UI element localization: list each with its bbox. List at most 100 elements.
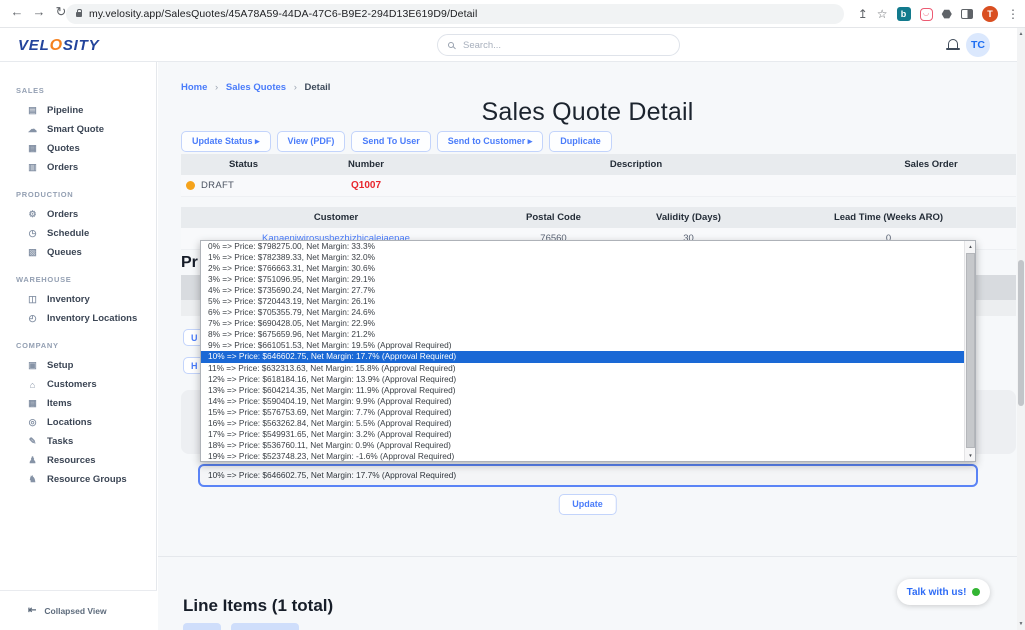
search-icon	[448, 42, 454, 48]
table-row: DRAFT Q1007	[181, 175, 1016, 197]
sidebar-item-label: Smart Quote	[47, 124, 104, 135]
line-items-heading: Line Items (1 total)	[183, 596, 333, 616]
tasks-icon: ✎	[27, 436, 38, 447]
line-items-button-fragment[interactable]	[183, 623, 221, 630]
browser-menu-icon[interactable]: ⋮	[1007, 7, 1019, 21]
velosity-logo[interactable]: VELOSITY	[18, 37, 99, 55]
lock-icon	[76, 12, 82, 17]
dropdown-option[interactable]: 15% => Price: $576753.69, Net Margin: 7.…	[201, 407, 975, 418]
sidebar-section-sales: SALES	[16, 86, 156, 95]
breadcrumb-home[interactable]: Home	[181, 82, 207, 93]
dropdown-option[interactable]: 10% => Price: $646602.75, Net Margin: 17…	[201, 351, 975, 362]
dropdown-option[interactable]: 18% => Price: $536760.11, Net Margin: 0.…	[201, 440, 975, 451]
smile-extension-icon[interactable]: ◡	[920, 8, 933, 21]
sidebar-item-label: Pipeline	[47, 105, 83, 116]
dropdown-option[interactable]: 4% => Price: $735690.24, Net Margin: 27.…	[201, 285, 975, 296]
dropdown-option[interactable]: 12% => Price: $618184.16, Net Margin: 13…	[201, 374, 975, 385]
sidebar-item-pipeline[interactable]: ▤ Pipeline	[0, 101, 156, 120]
user-avatar[interactable]: TC	[966, 33, 990, 57]
view-pdf-button[interactable]: View (PDF)	[277, 131, 346, 152]
sidebar-item-inventory-locations[interactable]: ◴ Inventory Locations	[0, 309, 156, 328]
sidebar-item-quotes[interactable]: ▦ Quotes	[0, 139, 156, 158]
duplicate-button[interactable]: Duplicate	[549, 131, 612, 152]
screen: ← → ↻ my.velosity.app/SalesQuotes/45A78A…	[0, 0, 1025, 630]
sidebar-item-label: Locations	[47, 417, 92, 428]
global-search[interactable]	[437, 34, 680, 56]
back-icon[interactable]: ←	[8, 4, 26, 19]
sidebar-item-sales-orders[interactable]: ▥ Orders	[0, 158, 156, 177]
dropdown-option[interactable]: 0% => Price: $798275.00, Net Margin: 33.…	[201, 241, 975, 252]
pipeline-icon: ▤	[27, 105, 38, 116]
dropdown-scrollbar[interactable]: ▲ ▼	[964, 241, 975, 461]
dropdown-option[interactable]: 1% => Price: $782389.33, Net Margin: 32.…	[201, 252, 975, 263]
browser-profile-avatar[interactable]: T	[982, 6, 998, 22]
page-scrollbar[interactable]: ▲ ▼	[1017, 28, 1025, 630]
sidebar-item-schedule[interactable]: ◷ Schedule	[0, 224, 156, 243]
draft-status-icon	[186, 181, 195, 190]
sidebar-item-label: Customers	[47, 379, 97, 390]
line-items-button-fragment[interactable]	[231, 623, 299, 630]
resources-icon: ♟	[27, 455, 38, 466]
send-to-user-button[interactable]: Send To User	[351, 131, 430, 152]
search-input[interactable]	[461, 39, 641, 52]
sidebar-section-production: PRODUCTION	[16, 190, 156, 199]
smart-quote-icon: ☁	[27, 124, 38, 135]
address-bar[interactable]: my.velosity.app/SalesQuotes/45A78A59-44D…	[66, 4, 844, 24]
dropdown-option[interactable]: 19% => Price: $523748.23, Net Margin: -1…	[201, 451, 975, 462]
sidebar-item-customers[interactable]: ⌂ Customers	[0, 375, 156, 394]
dropdown-scroll-down-icon[interactable]: ▼	[965, 453, 976, 458]
sidebar-item-resources[interactable]: ♟ Resources	[0, 451, 156, 470]
quote-number[interactable]: Q1007	[306, 180, 426, 191]
sidebar-item-items[interactable]: ▦ Items	[0, 394, 156, 413]
setup-icon: ▣	[27, 360, 38, 371]
extensions-puzzle-icon[interactable]: ⬣	[942, 7, 952, 21]
dropdown-scroll-up-icon[interactable]: ▲	[965, 244, 976, 249]
sidebar-item-smart-quote[interactable]: ☁ Smart Quote	[0, 120, 156, 139]
sidebar-item-queues[interactable]: ▧ Queues	[0, 243, 156, 262]
dropdown-option[interactable]: 2% => Price: $766663.31, Net Margin: 30.…	[201, 263, 975, 274]
dropdown-option[interactable]: 9% => Price: $661051.53, Net Margin: 19.…	[201, 340, 975, 351]
sidebar-item-tasks[interactable]: ✎ Tasks	[0, 432, 156, 451]
online-status-icon	[972, 588, 980, 596]
sidebar-item-resource-groups[interactable]: ♞ Resource Groups	[0, 470, 156, 489]
send-to-customer-button[interactable]: Send to Customer ▸	[437, 131, 544, 152]
sidebar: SALES ▤ Pipeline ☁ Smart Quote ▦ Quotes	[0, 62, 157, 630]
sidebar-item-inventory[interactable]: ◫ Inventory	[0, 290, 156, 309]
update-status-button[interactable]: Update Status ▸	[181, 131, 271, 152]
side-panel-icon[interactable]	[961, 9, 973, 19]
sidebar-item-label: Orders	[47, 162, 78, 173]
bitwarden-extension-icon[interactable]: b	[897, 7, 911, 21]
dropdown-option[interactable]: 17% => Price: $549931.65, Net Margin: 3.…	[201, 429, 975, 440]
dropdown-option[interactable]: 8% => Price: $675659.96, Net Margin: 21.…	[201, 329, 975, 340]
forward-icon[interactable]: →	[30, 4, 48, 19]
dropdown-option[interactable]: 5% => Price: $720443.19, Net Margin: 26.…	[201, 296, 975, 307]
dropdown-option[interactable]: 11% => Price: $632313.63, Net Margin: 15…	[201, 363, 975, 374]
scrollbar-thumb[interactable]	[1018, 260, 1024, 406]
customers-icon: ⌂	[27, 380, 38, 390]
dropdown-option[interactable]: 14% => Price: $590404.19, Net Margin: 9.…	[201, 396, 975, 407]
dropdown-option[interactable]: 6% => Price: $705355.79, Net Margin: 24.…	[201, 307, 975, 318]
dropdown-option[interactable]: 7% => Price: $690428.05, Net Margin: 22.…	[201, 318, 975, 329]
notifications-bell-icon[interactable]	[948, 39, 958, 48]
breadcrumb-sales-quotes[interactable]: Sales Quotes	[226, 82, 286, 93]
update-button[interactable]: Update	[558, 494, 617, 515]
chat-widget[interactable]: Talk with us!	[897, 579, 990, 605]
dropdown-scrollbar-thumb[interactable]	[966, 253, 975, 448]
share-icon[interactable]: ↥	[858, 7, 868, 21]
discount-select[interactable]: 10% => Price: $646602.75, Net Margin: 17…	[198, 464, 978, 487]
sidebar-section-company: COMPANY	[16, 341, 156, 350]
sidebar-item-locations[interactable]: ◎ Locations	[0, 413, 156, 432]
discount-dropdown: 0% => Price: $798275.00, Net Margin: 33.…	[200, 240, 976, 462]
dropdown-option[interactable]: 13% => Price: $604214.35, Net Margin: 11…	[201, 385, 975, 396]
bookmark-star-icon[interactable]: ☆	[877, 7, 888, 21]
scroll-down-icon[interactable]: ▼	[1017, 621, 1025, 627]
dropdown-option[interactable]: 16% => Price: $563262.84, Net Margin: 5.…	[201, 418, 975, 429]
sidebar-item-setup[interactable]: ▣ Setup	[0, 356, 156, 375]
scroll-up-icon[interactable]: ▲	[1017, 31, 1025, 37]
dropdown-option[interactable]: 3% => Price: $751096.95, Net Margin: 29.…	[201, 274, 975, 285]
collapsed-view-toggle[interactable]: ⇤ Collapsed View	[0, 590, 157, 630]
sidebar-item-production-orders[interactable]: ⚙ Orders	[0, 205, 156, 224]
items-icon: ▦	[27, 398, 38, 409]
main-content: Home › Sales Quotes › Detail Sales Quote…	[158, 62, 1017, 630]
col-sales-order: Sales Order	[846, 159, 1016, 170]
